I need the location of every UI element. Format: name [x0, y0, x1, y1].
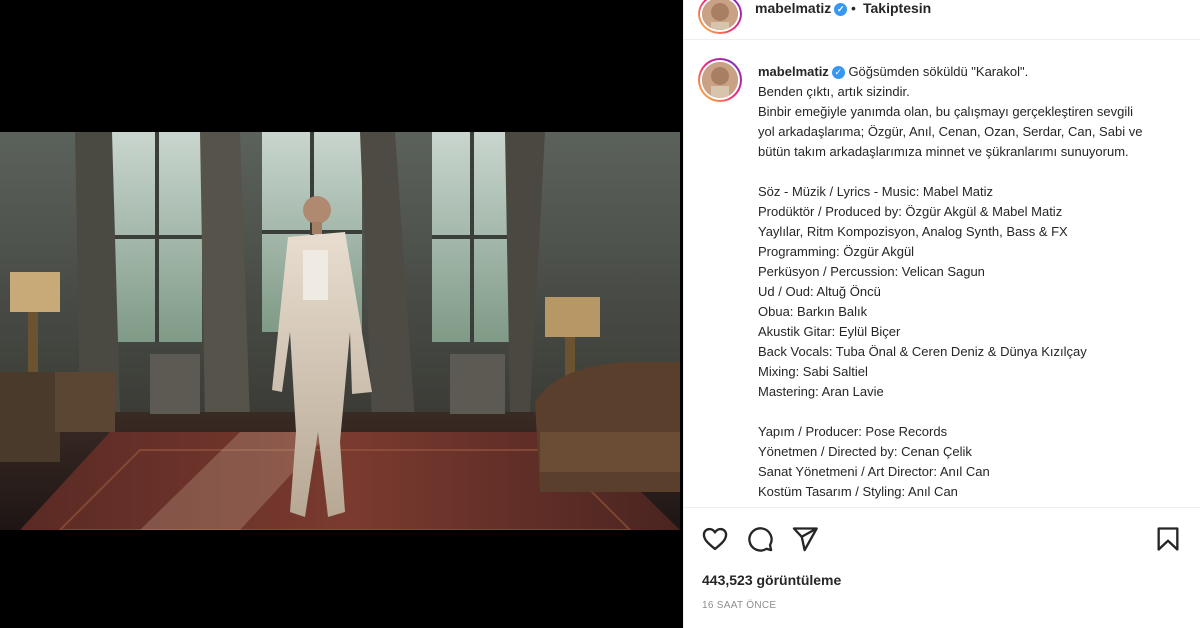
heart-icon[interactable]: [701, 525, 729, 553]
caption-line: Mastering: Aran Lavie: [758, 384, 884, 399]
caption-line: Akustik Gitar: Eylül Biçer: [758, 324, 901, 339]
caption-first-line: Göğsümden söküldü "Karakol".: [848, 64, 1029, 79]
caption-line: bütün takım arkadaşlarımıza minnet ve şü…: [758, 144, 1129, 159]
header-username[interactable]: mabelmatiz ✓: [755, 0, 848, 16]
caption-username[interactable]: mabelmatiz: [758, 64, 829, 79]
bookmark-icon[interactable]: [1154, 525, 1182, 553]
caption-line: Söz - Müzik / Lyrics - Music: Mabel Mati…: [758, 184, 994, 199]
caption-line: Prodüktör / Produced by: Özgür Akgül & M…: [758, 204, 1063, 219]
caption-line: Perküsyon / Percussion: Velican Sagun: [758, 264, 985, 279]
caption-line: mabelmatiz ✓ Göğsümden söküldü "Karakol".: [758, 62, 1200, 82]
post-timestamp[interactable]: 16 SAAT ÖNCE: [702, 600, 776, 611]
caption-text: mabelmatiz ✓ Göğsümden söküldü "Karakol".…: [758, 62, 1200, 502]
verified-badge-icon: ✓: [834, 2, 848, 16]
post-actions: 443,523 görüntüleme 16 SAAT ÖNCE: [684, 507, 1200, 628]
post-side-panel: mabelmatiz ✓ • Takiptesin mabelmatiz ✓ Göğ…: [683, 0, 1200, 628]
caption-line: Yapım / Producer: Pose Records: [758, 424, 948, 439]
caption-line: Ud / Oud: Altuğ Öncü: [758, 284, 881, 299]
follow-status-button[interactable]: Takiptesin: [863, 0, 931, 16]
verified-badge-icon: ✓: [831, 66, 845, 80]
comment-icon[interactable]: [746, 525, 774, 553]
caption-line: Obua: Barkın Balık: [758, 304, 868, 319]
caption-line: Benden çıktı, artık sizindir.: [758, 84, 910, 99]
video-player[interactable]: [0, 132, 680, 530]
media-pane: [0, 0, 683, 628]
caption-line: Binbir emeğiyle yanımda olan, bu çalışma…: [758, 104, 1134, 119]
separator-dot: •: [851, 0, 856, 16]
caption-avatar[interactable]: [698, 58, 742, 102]
caption-line: Programming: Özgür Akgül: [758, 244, 915, 259]
caption-line: Kostüm Tasarım / Styling: Anıl Can: [758, 484, 958, 499]
view-count[interactable]: 443,523 görüntüleme: [702, 572, 841, 588]
send-icon[interactable]: [791, 525, 819, 553]
caption-line: Yaylılar, Ritm Kompozisyon, Analog Synth…: [758, 224, 1068, 239]
post-caption: mabelmatiz ✓ Göğsümden söküldü "Karakol".…: [684, 52, 1200, 507]
video-frame-image: [0, 132, 680, 530]
caption-line: yol arkadaşlarıma; Özgür, Anıl, Cenan, O…: [758, 124, 1143, 139]
profile-avatar[interactable]: [698, 0, 742, 34]
caption-line: Sanat Yönetmeni / Art Director: Anıl Can: [758, 464, 990, 479]
caption-line: Yönetmen / Directed by: Cenan Çelik: [758, 444, 972, 459]
post-header: mabelmatiz ✓ • Takiptesin: [684, 0, 1200, 40]
caption-line: Back Vocals: Tuba Önal & Ceren Deniz & D…: [758, 344, 1087, 359]
caption-line: Mixing: Sabi Saltiel: [758, 364, 868, 379]
